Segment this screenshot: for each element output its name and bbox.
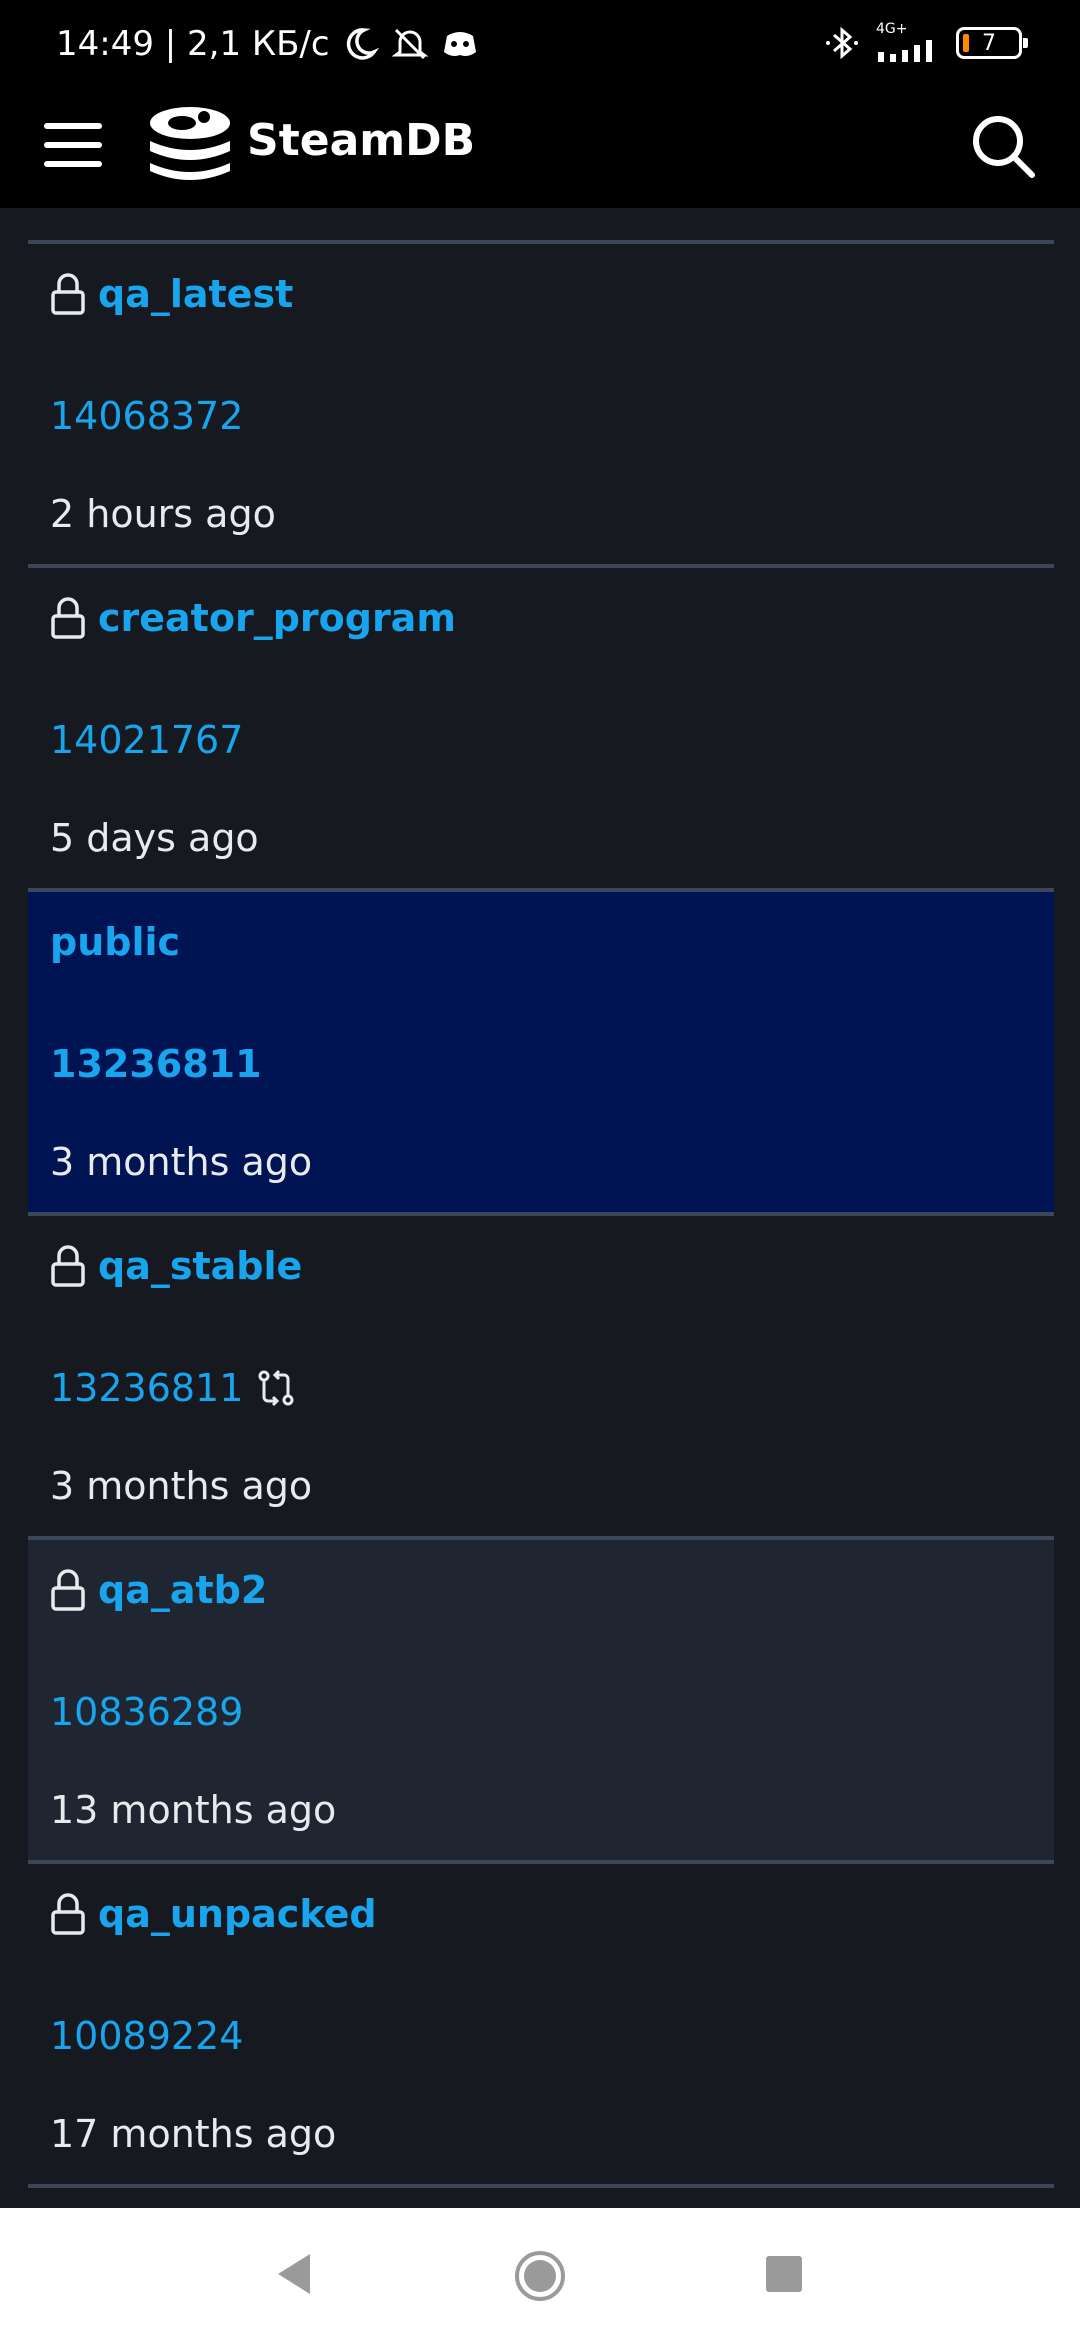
steamdb-logo[interactable]	[146, 101, 234, 189]
status-bar: 14:49 | 2,1 КБ/с 4G+ 7	[0, 0, 1080, 95]
branch-row[interactable]: creator_program 14021767 5 days ago	[28, 564, 1054, 888]
bluetooth-icon	[826, 26, 858, 60]
updated-time: 3 months ago	[50, 1464, 313, 1508]
build-id-link[interactable]: 14068372	[50, 394, 243, 438]
updated-time: 3 months ago	[50, 1140, 313, 1184]
lock-icon	[51, 597, 85, 639]
branch-name[interactable]: public	[50, 920, 180, 964]
signal-bars	[878, 40, 932, 62]
signal-icon: 4G+	[876, 22, 942, 64]
updated-time: 17 months ago	[50, 2112, 337, 2156]
branch-row[interactable]: qa_atb2 10836289 13 months ago	[28, 1536, 1054, 1860]
back-icon[interactable]	[272, 2250, 316, 2298]
lock-icon	[51, 1245, 85, 1287]
branch-name[interactable]: qa_unpacked	[98, 1892, 377, 1936]
network-type: 4G+	[876, 21, 908, 37]
build-id-link[interactable]: 10089224	[50, 2014, 243, 2058]
lock-icon	[51, 1569, 85, 1611]
branch-row[interactable]: qa_stable 13236811 3 months ago	[28, 1212, 1054, 1536]
bell-off-icon	[391, 28, 429, 60]
brand-title[interactable]: SteamDB	[247, 115, 475, 166]
branch-name[interactable]: qa_stable	[98, 1244, 302, 1288]
build-id-link[interactable]: 13236811	[50, 1366, 243, 1410]
lock-icon	[51, 273, 85, 315]
updated-time: 13 months ago	[50, 1788, 337, 1832]
system-nav-bar	[0, 2208, 1080, 2340]
build-id-link[interactable]: 14021767	[50, 718, 243, 762]
menu-icon[interactable]	[44, 115, 104, 175]
updated-time: 2 hours ago	[50, 492, 276, 536]
branch-row[interactable]: qa_unpacked 10089224 17 months ago	[28, 1860, 1054, 2184]
moon-icon	[346, 28, 379, 60]
branch-list: qa_latest 14068372 2 hours ago creator_p…	[28, 240, 1054, 2188]
lock-icon	[51, 1893, 85, 1935]
build-id-link[interactable]: 13236811	[50, 1042, 262, 1086]
status-time: 14:49 | 2,1 КБ/с	[56, 24, 330, 64]
compare-icon[interactable]	[255, 1367, 297, 1409]
discord-icon	[443, 32, 476, 56]
app-header: SteamDB	[0, 95, 1080, 208]
recents-icon[interactable]	[766, 2256, 802, 2292]
battery-level: 7	[982, 30, 996, 56]
list-divider	[28, 2184, 1054, 2188]
search-icon[interactable]	[966, 109, 1040, 183]
updated-time: 5 days ago	[50, 816, 259, 860]
branch-row[interactable]: qa_latest 14068372 2 hours ago	[28, 240, 1054, 564]
battery-icon: 7	[956, 27, 1028, 59]
branch-row-public[interactable]: public 13236811 3 months ago	[28, 888, 1054, 1212]
branch-name[interactable]: qa_atb2	[98, 1568, 267, 1612]
branch-name[interactable]: creator_program	[98, 596, 456, 640]
home-icon[interactable]	[514, 2250, 566, 2302]
branch-name[interactable]: qa_latest	[98, 272, 293, 316]
build-id-link[interactable]: 10836289	[50, 1690, 243, 1734]
